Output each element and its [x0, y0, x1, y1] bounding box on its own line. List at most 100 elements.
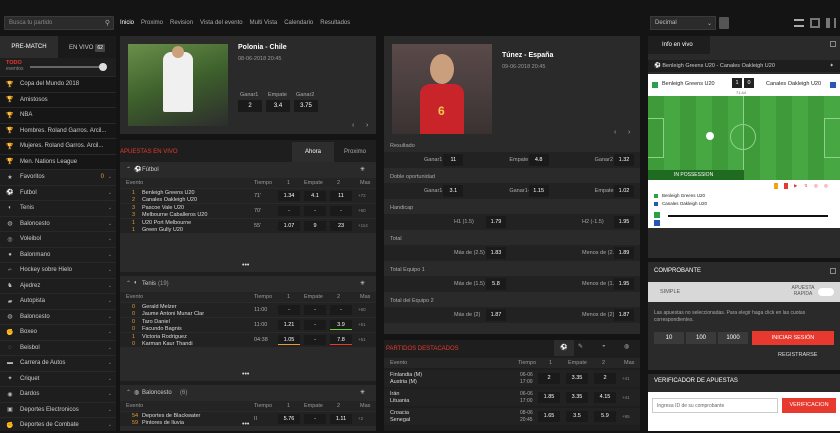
more-markets[interactable]: +51: [358, 322, 366, 327]
odd-button[interactable]: -: [304, 206, 326, 216]
expand-icon[interactable]: [830, 268, 836, 274]
odd-button[interactable]: 5.9: [594, 411, 616, 422]
more-markets[interactable]: +41: [622, 395, 630, 400]
market-odd-button[interactable]: 1.87: [486, 309, 506, 321]
market-odd-button[interactable]: 4.8: [528, 154, 549, 166]
odd-button[interactable]: 1.21: [278, 320, 300, 330]
nav-item[interactable]: Proximo: [141, 20, 163, 26]
next-arrow-icon[interactable]: ›: [366, 122, 368, 129]
nav-item[interactable]: Resultados: [320, 20, 350, 26]
amount-100-button[interactable]: 100: [686, 332, 716, 344]
quick-bet-toggle[interactable]: [818, 288, 834, 296]
odd-button[interactable]: 9: [304, 221, 326, 231]
volleyball-icon[interactable]: ◍: [624, 343, 629, 350]
sidebar-item[interactable]: ◍ Baloncesto ⌄: [0, 215, 116, 232]
odd-button[interactable]: 1.07: [278, 221, 300, 231]
bet-id-input[interactable]: Ingresa ID de su comprobante: [652, 398, 778, 413]
columns-view-icon[interactable]: [826, 18, 836, 28]
market-odd-button[interactable]: 1.89: [614, 247, 634, 259]
market-odd-button[interactable]: 3.1: [443, 185, 464, 197]
slider-knob[interactable]: [99, 63, 107, 71]
nav-item[interactable]: Revision: [170, 20, 193, 26]
sidebar-item[interactable]: ▣ Deportes Electronicos ⌄: [0, 401, 116, 418]
odd-button[interactable]: 1.05: [278, 335, 300, 345]
tab-live[interactable]: EN VIVO 62: [58, 36, 116, 58]
odd-button[interactable]: 3.9: [330, 320, 352, 330]
search-input[interactable]: Busca tu partido ⚲: [4, 16, 114, 30]
sport-filter-icon[interactable]: ✳: [360, 389, 365, 396]
prev-arrow-icon[interactable]: ‹: [352, 122, 354, 129]
odd-button[interactable]: 1.85: [538, 392, 560, 403]
market-odd-button[interactable]: 1.02: [614, 185, 634, 197]
more-markets[interactable]: +60: [358, 307, 366, 312]
market-odd-button[interactable]: 1.79: [486, 216, 506, 228]
sport-filter-icon[interactable]: ✳: [360, 280, 365, 287]
expand-icon[interactable]: [830, 41, 836, 47]
chevron-up-icon[interactable]: ⌃: [126, 280, 131, 287]
odd-button[interactable]: 1.65: [538, 411, 560, 422]
nav-item[interactable]: Inicio: [120, 20, 134, 26]
more-markets[interactable]: +60: [358, 208, 366, 213]
odd-button[interactable]: 1.11: [330, 414, 352, 424]
odd-button[interactable]: -: [304, 320, 326, 330]
tab-live-info[interactable]: Info en vivo: [648, 36, 710, 54]
sidebar-item[interactable]: ◍ Baloncesto ⌄: [0, 308, 116, 325]
table-row[interactable]: 1 0 Victoria Rodriguez Karman Kaur Thandi 04…: [120, 333, 376, 347]
time-slider[interactable]: [30, 63, 107, 71]
sidebar-item[interactable]: ♞ Ajedrez ⌄: [0, 277, 116, 294]
odd-button[interactable]: -: [278, 206, 300, 216]
tab-now[interactable]: Ahora: [292, 142, 334, 162]
market-odd-button[interactable]: 1.32: [614, 154, 634, 166]
odd-button[interactable]: 4.1: [304, 191, 326, 201]
sidebar-item[interactable]: 🏆 Mujeres. Roland Garros. Arcil...: [0, 138, 116, 154]
market-odd-button[interactable]: 1.87: [614, 309, 634, 321]
more-markets[interactable]: +2: [358, 416, 363, 421]
table-row[interactable]: Irán Lituania 06-06 17:00 1.85 3.35 4.15 +41: [384, 389, 640, 406]
chevron-up-icon[interactable]: ⌃: [126, 389, 131, 396]
odd-button[interactable]: 3.35: [566, 392, 588, 403]
sidebar-item[interactable]: ✊ Boxeo ⌄: [0, 324, 116, 340]
odd-button-x[interactable]: 3.4: [266, 100, 290, 112]
tennis-icon[interactable]: ✎: [578, 343, 583, 350]
more-markets[interactable]: +72: [358, 193, 366, 198]
sidebar-item[interactable]: 🏆 Amistosos: [0, 91, 116, 107]
tab-next[interactable]: Proximo: [334, 142, 376, 162]
sport-filter-icon[interactable]: ✳: [360, 166, 365, 173]
more-dots-icon[interactable]: •••: [242, 262, 249, 269]
table-row[interactable]: 0 0 Gerald Melzer Jaume Antoni Munar Clar 11…: [120, 303, 376, 317]
odd-button[interactable]: 11: [330, 191, 352, 201]
table-row[interactable]: 1 1 U20 Port Melbourne Green Gully U20 55' 1.…: [120, 219, 376, 233]
soccer-ball-icon[interactable]: ⚽: [554, 340, 574, 356]
amount-10-button[interactable]: 10: [654, 332, 684, 344]
odd-button[interactable]: 7.8: [330, 335, 352, 345]
odd-button[interactable]: 2: [538, 373, 560, 384]
table-row[interactable]: 1 2 Benleigh Greens U20 Canales Oakleigh U2…: [120, 189, 376, 203]
odd-button[interactable]: 3.5: [566, 411, 588, 422]
odd-button[interactable]: -: [304, 335, 326, 345]
market-odd-button[interactable]: 1.95: [614, 278, 634, 290]
odd-button[interactable]: -: [330, 206, 352, 216]
more-markets[interactable]: +51: [358, 337, 366, 342]
amount-1000-button[interactable]: 1000: [718, 332, 748, 344]
odd-button[interactable]: 23: [330, 221, 352, 231]
register-link[interactable]: REGISTRARSE: [778, 352, 817, 358]
simple-tab[interactable]: SIMPLE: [660, 289, 680, 295]
next-arrow-icon[interactable]: ›: [628, 129, 630, 136]
sidebar-item[interactable]: ✦ Criquet ⌄: [0, 370, 116, 387]
chevron-up-icon[interactable]: ⌃: [126, 166, 131, 173]
table-row[interactable]: Croacia Senegal 08-06 20:45 1.65 3.5 5.9 +95: [384, 408, 640, 425]
login-button[interactable]: INICIAR SESIÓN: [752, 331, 834, 345]
sidebar-item[interactable]: ◎ Voleibol ⌄: [0, 231, 116, 247]
odd-button[interactable]: -: [304, 414, 326, 424]
sidebar-item[interactable]: ◐ Tenis ⌄: [0, 200, 116, 216]
grid-view-icon[interactable]: [810, 18, 820, 28]
basketball-icon[interactable]: ◒: [602, 343, 606, 349]
table-row[interactable]: Finlandia (M) Austria (M) 06-06 17:00 2 3.35 2…: [384, 370, 640, 387]
calculator-icon[interactable]: [719, 17, 729, 29]
odd-button[interactable]: -: [278, 305, 300, 315]
odd-button[interactable]: 4.15: [594, 392, 616, 403]
market-odd-button[interactable]: 11: [443, 154, 464, 166]
sidebar-item[interactable]: 🏆 Hombres. Roland Garros. Arcil...: [0, 122, 116, 138]
prev-arrow-icon[interactable]: ‹: [614, 129, 616, 136]
sidebar-item[interactable]: ✊ Deportes de Combate ⌄: [0, 417, 116, 433]
